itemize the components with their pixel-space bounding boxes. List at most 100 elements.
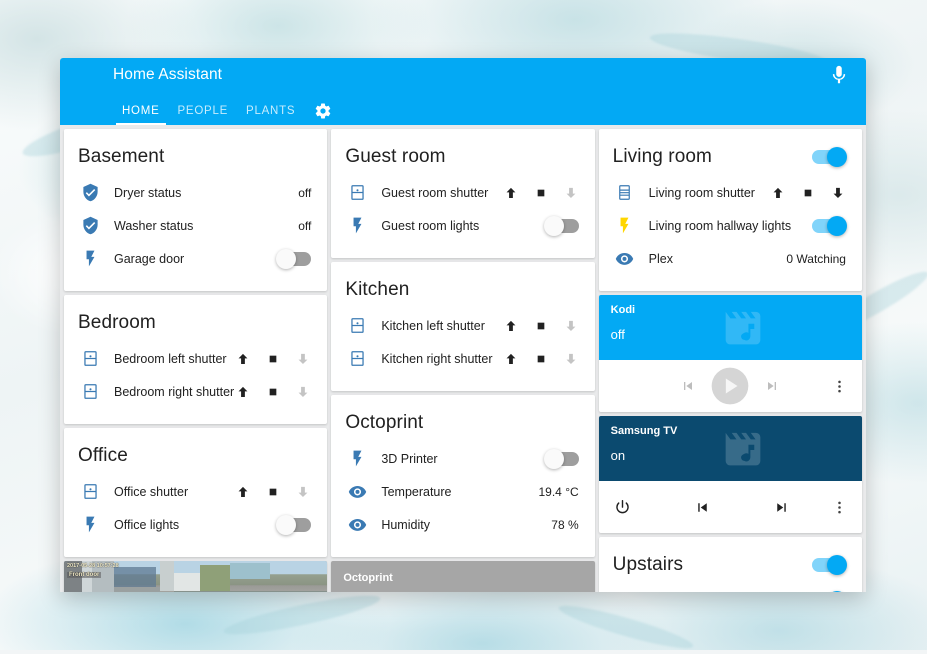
card-header: Kitchen — [331, 262, 594, 307]
media-card-samsung-tv[interactable]: Samsung TV on — [599, 416, 862, 533]
entity-rows: Bedroom left shutter Bedroom right shutt… — [64, 340, 327, 424]
entity-row-guest-room-lights[interactable]: Guest room lights — [331, 209, 594, 242]
play-icon[interactable] — [710, 366, 750, 406]
toggle-3d-printer[interactable] — [545, 452, 579, 466]
eye-icon — [345, 513, 369, 537]
media-banner: Samsung TV on — [599, 416, 862, 481]
entity-row-living-room-hallway-lights[interactable]: Living room hallway lights — [599, 209, 862, 242]
cover-open-button[interactable] — [235, 384, 251, 400]
power-icon[interactable] — [613, 498, 632, 517]
entity-value: off — [298, 219, 311, 233]
prev-track-icon[interactable] — [694, 499, 711, 516]
tab-plants[interactable]: PLANTS — [237, 105, 304, 125]
cover-stop-button[interactable] — [533, 351, 549, 367]
cover-stop-button[interactable] — [265, 351, 281, 367]
cover-controls — [235, 484, 311, 500]
camera-card-front-door[interactable]: 2017-05-28 10:57:28 Front door — [64, 561, 327, 592]
media-banner: Kodi off — [599, 295, 862, 360]
gear-icon[interactable] — [314, 102, 332, 120]
entity-row-bedroom-left-shutter[interactable]: Bedroom left shutter — [64, 342, 327, 375]
entity-row-kitchen-left-shutter[interactable]: Kitchen left shutter — [331, 309, 594, 342]
cover-open-button[interactable] — [503, 351, 519, 367]
media-card-octoprint[interactable]: Octoprint — [331, 561, 594, 592]
prev-track-icon[interactable] — [680, 378, 696, 394]
toggle-office-lights[interactable] — [277, 518, 311, 532]
cover-controls — [503, 351, 579, 367]
shield-check-icon — [78, 214, 102, 238]
camera-label: Front door — [67, 572, 101, 578]
entity-row-guest-room-shutter[interactable]: Guest room shutter — [331, 176, 594, 209]
card-office: Office Office shutter — [64, 428, 327, 557]
entity-row-office-lights[interactable]: Office lights — [64, 508, 327, 541]
card-title-kitchen: Kitchen — [345, 279, 409, 301]
card-kitchen: Kitchen Kitchen left shutter — [331, 262, 594, 391]
cover-stop-button[interactable] — [265, 384, 281, 400]
entity-row-kitchen-right-shutter[interactable]: Kitchen right shutter — [331, 342, 594, 375]
entity-name: 3D Printer — [381, 452, 544, 466]
camera-timestamp: 2017-05-28 10:57:28 — [67, 563, 119, 569]
tab-people-label: PEOPLE — [178, 105, 229, 117]
entity-name: Guest room shutter — [381, 186, 502, 200]
tab-home[interactable]: HOME — [113, 105, 169, 125]
media-state: off — [611, 327, 850, 342]
cover-stop-button[interactable] — [533, 185, 549, 201]
cover-stop-button[interactable] — [800, 185, 816, 201]
cover-controls — [503, 318, 579, 334]
microphone-icon[interactable] — [828, 64, 850, 86]
entity-row-bedroom-right-shutter[interactable]: Bedroom right shutter — [64, 375, 327, 408]
card-columns: Basement Dryer status off Was — [60, 125, 866, 592]
media-card-kodi[interactable]: Kodi off — [599, 295, 862, 412]
window-shutter-icon — [345, 314, 369, 338]
eye-icon — [613, 247, 637, 271]
toggle-upstairs-all[interactable] — [812, 558, 846, 572]
entity-row-plex[interactable]: Plex 0 Watching — [599, 242, 862, 275]
window-shutter-icon — [345, 347, 369, 371]
cover-stop-button[interactable] — [533, 318, 549, 334]
cover-stop-button[interactable] — [265, 484, 281, 500]
entity-row-temperature[interactable]: Temperature 19.4 °C — [331, 475, 594, 508]
entity-rows: Dryer status off Washer status off — [64, 174, 327, 291]
next-track-icon[interactable] — [764, 378, 780, 394]
cover-close-button[interactable] — [830, 185, 846, 201]
entity-rows: Guest room shutter Guest room lights — [331, 174, 594, 258]
cover-controls — [235, 384, 311, 400]
card-bedroom: Bedroom Bedroom left shutter — [64, 295, 327, 424]
cover-controls — [235, 351, 311, 367]
flash-icon — [613, 214, 637, 238]
media-banner: Octoprint — [331, 561, 594, 592]
tab-people[interactable]: PEOPLE — [169, 105, 238, 125]
entity-name: Living room shutter — [649, 186, 770, 200]
cover-open-button[interactable] — [503, 318, 519, 334]
entity-row-dryer-status[interactable]: Dryer status off — [64, 176, 327, 209]
cover-open-button[interactable] — [235, 484, 251, 500]
toggle-living-room-all[interactable] — [812, 150, 846, 164]
cover-open-button[interactable] — [235, 351, 251, 367]
next-track-icon[interactable] — [773, 499, 790, 516]
cover-open-button[interactable] — [503, 185, 519, 201]
more-vert-icon[interactable] — [831, 499, 848, 516]
entity-row-stairs-lights[interactable]: Stairs lights — [599, 584, 862, 592]
cover-controls — [503, 185, 579, 201]
entity-name: Bedroom left shutter — [114, 352, 235, 366]
toggle-guest-room-lights[interactable] — [545, 219, 579, 233]
entity-value: 0 Watching — [786, 252, 846, 266]
entity-row-garage-door[interactable]: Garage door — [64, 242, 327, 275]
card-guest-room: Guest room Guest room shutter — [331, 129, 594, 258]
entity-row-washer-status[interactable]: Washer status off — [64, 209, 327, 242]
card-title-living-room: Living room — [613, 146, 712, 168]
blinds-icon — [613, 181, 637, 205]
toggle-garage-door[interactable] — [277, 252, 311, 266]
entity-row-humidity[interactable]: Humidity 78 % — [331, 508, 594, 541]
entity-row-living-room-shutter[interactable]: Living room shutter — [599, 176, 862, 209]
toggle-living-room-hallway-lights[interactable] — [812, 219, 846, 233]
window-shutter-icon — [345, 181, 369, 205]
card-header: Living room — [599, 129, 862, 174]
entity-row-office-shutter[interactable]: Office shutter — [64, 475, 327, 508]
entity-rows: 3D Printer Temperature 19.4 °C — [331, 440, 594, 557]
entity-value: 78 % — [551, 518, 578, 532]
cover-open-button[interactable] — [770, 185, 786, 201]
entity-name: Humidity — [381, 518, 551, 532]
card-title-octoprint: Octoprint — [345, 412, 423, 434]
flash-icon — [78, 247, 102, 271]
entity-row-3d-printer[interactable]: 3D Printer — [331, 442, 594, 475]
